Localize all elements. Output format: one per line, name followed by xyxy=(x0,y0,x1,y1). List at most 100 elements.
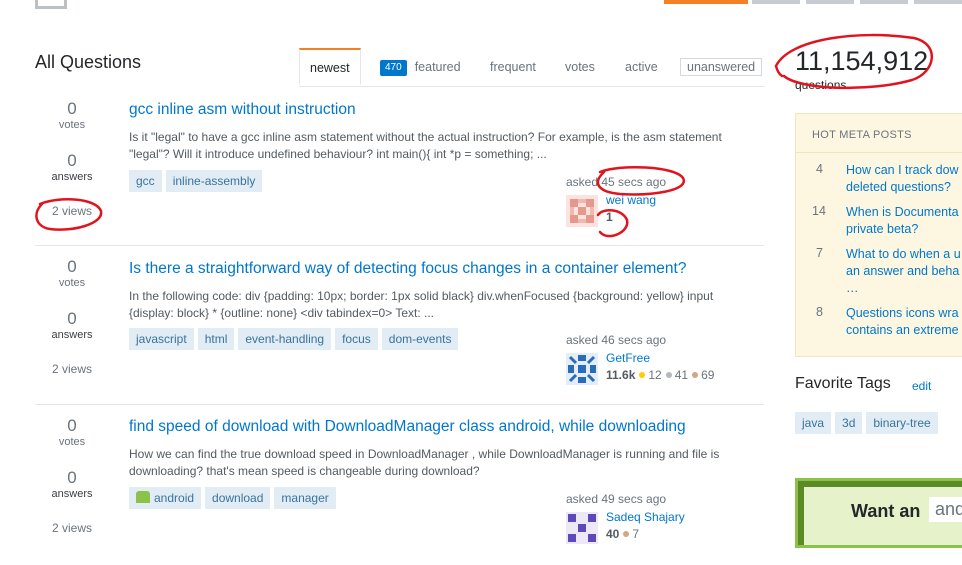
gold-badge-count: 12 xyxy=(648,368,662,382)
tab-active[interactable]: active xyxy=(625,48,658,86)
answer-count-value: 0 xyxy=(67,309,77,328)
tab-votes[interactable]: votes xyxy=(565,48,595,86)
topbar-tab[interactable] xyxy=(860,0,908,4)
tab-featured[interactable]: 470 featured xyxy=(380,48,461,86)
asked-time: asked 45 secs ago xyxy=(566,175,667,189)
question-title-link[interactable]: find speed of download with DownloadMana… xyxy=(129,418,686,436)
user-name-link[interactable]: wei wang xyxy=(606,193,656,207)
tag-download[interactable]: download xyxy=(205,487,271,509)
vote-count-value: 0 xyxy=(67,257,77,276)
tag-gcc[interactable]: gcc xyxy=(129,170,162,192)
vote-count-label: votes xyxy=(58,436,86,448)
meta-post-link[interactable]: What to do when a u an answer and beha … xyxy=(846,246,962,297)
total-question-count: 11,154,912 xyxy=(795,46,929,76)
reputation-score: 1 xyxy=(606,210,613,224)
total-question-label: questions xyxy=(795,78,847,92)
question-excerpt: How we can find the true download speed … xyxy=(129,447,720,478)
answer-count: 0 answers xyxy=(35,309,109,341)
vote-count: 0 votes xyxy=(35,99,109,131)
asked-time: asked 49 secs ago xyxy=(566,492,667,506)
tag-3d[interactable]: 3d xyxy=(835,412,863,434)
answer-count: 0 answers xyxy=(35,151,109,183)
question-owner: asked 45 secs ago wei wang 1 xyxy=(566,175,726,227)
answer-count: 0 answers xyxy=(35,468,109,500)
question-excerpt: In the following code: div {padding: 10p… xyxy=(129,289,714,320)
meta-post-link[interactable]: Questions icons wra contains an extreme xyxy=(846,305,962,339)
topbar-tab[interactable] xyxy=(806,0,854,4)
user-name-link[interactable]: Sadeq Shajary xyxy=(606,510,685,524)
meta-post-score: 14 xyxy=(812,204,826,218)
user-avatar[interactable] xyxy=(566,512,598,544)
featured-count-badge: 470 xyxy=(380,59,407,76)
meta-post-score: 7 xyxy=(816,246,823,260)
favorite-tags-edit-link[interactable]: edit xyxy=(912,379,931,393)
ad-headline: Want an xyxy=(851,501,921,521)
favorite-tags-title: Favorite Tags xyxy=(795,375,891,392)
silver-badge-icon xyxy=(665,372,672,379)
vote-count-label: votes xyxy=(58,277,86,289)
meta-post-score: 4 xyxy=(816,162,823,176)
vote-count-value: 0 xyxy=(67,416,77,435)
user-avatar[interactable] xyxy=(566,353,598,385)
question-title-link[interactable]: Is there a straightforward way of detect… xyxy=(129,260,686,278)
tab-newest[interactable]: newest xyxy=(299,48,361,85)
vote-count: 0 votes xyxy=(35,257,109,289)
sidebar-ad[interactable]: Want an andr xyxy=(795,478,962,548)
topbar-tab[interactable] xyxy=(914,0,962,4)
view-count: 2 views xyxy=(51,521,92,535)
vote-count-label: votes xyxy=(58,119,86,131)
question-tags: javascript html event-handling focus dom-eve… xyxy=(129,328,462,350)
silver-badge-count: 41 xyxy=(674,368,689,382)
answer-count-value: 0 xyxy=(67,151,77,170)
tag-java[interactable]: java xyxy=(795,412,832,434)
hot-meta-posts: HOT META POSTS 4 How can I track dow del… xyxy=(795,113,962,357)
question-summary: 0 votes 0 answers 2 views find speed of … xyxy=(35,405,764,565)
tag-html[interactable]: html xyxy=(197,328,235,350)
user-name-link[interactable]: GetFree xyxy=(606,351,650,365)
tag-dom-events[interactable]: dom-events xyxy=(381,328,459,350)
site-logo[interactable] xyxy=(35,0,67,9)
meta-post-link[interactable]: When is Documenta private beta? xyxy=(846,204,962,238)
tag-javascript[interactable]: javascript xyxy=(129,328,194,350)
answer-count-label: answers xyxy=(51,171,93,183)
gold-badge-icon xyxy=(639,372,646,379)
topbar-tab[interactable] xyxy=(752,0,800,4)
user-avatar[interactable] xyxy=(566,195,598,227)
tag-binary-tree[interactable]: binary-tree xyxy=(866,412,938,434)
view-count: 2 views xyxy=(51,204,92,218)
answer-count-value: 0 xyxy=(67,468,77,487)
tab-unanswered-label: unanswered xyxy=(680,58,763,76)
tag-event-handling[interactable]: event-handling xyxy=(238,328,332,350)
tag-inline-assembly[interactable]: inline-assembly xyxy=(165,170,263,192)
tab-unanswered[interactable]: unanswered xyxy=(680,48,763,86)
question-tags: android download manager xyxy=(129,487,340,509)
view-count: 2 views xyxy=(51,362,92,376)
tag-android[interactable]: android xyxy=(129,487,202,509)
user-reputation: 1 xyxy=(606,210,613,224)
sort-tabs: newest 470 featured frequent votes active… xyxy=(299,48,765,87)
tag-manager[interactable]: manager xyxy=(274,487,336,509)
question-excerpt: Is it "legal" to have a gcc inline asm s… xyxy=(129,130,722,161)
question-summary: 0 votes 0 answers 2 views Is there a str… xyxy=(35,246,764,405)
ad-keyword: andr xyxy=(929,497,962,522)
bronze-badge-icon xyxy=(623,531,630,538)
tag-focus[interactable]: focus xyxy=(335,328,378,350)
question-owner: asked 49 secs ago Sadeq Shajary 40 7 xyxy=(566,492,726,544)
reputation-score: 11.6k xyxy=(606,368,636,382)
tab-frequent[interactable]: frequent xyxy=(490,48,536,86)
answer-count-label: answers xyxy=(51,329,93,341)
user-reputation: 11.6k 12 41 69 xyxy=(606,368,714,382)
vote-count-value: 0 xyxy=(67,99,77,118)
hot-meta-heading: HOT META POSTS xyxy=(812,129,912,141)
page-title: All Questions xyxy=(35,52,142,72)
meta-post-link[interactable]: How can I track dow deleted questions? xyxy=(846,162,962,196)
divider xyxy=(796,152,962,153)
question-title-link[interactable]: gcc inline asm without instruction xyxy=(129,101,356,119)
android-icon xyxy=(136,491,150,503)
topbar-accent-tab[interactable] xyxy=(664,0,748,4)
question-summary: 0 votes 0 answers 2 views gcc inline asm… xyxy=(35,88,764,246)
question-tags: gcc inline-assembly xyxy=(129,170,266,192)
bronze-badge-count: 69 xyxy=(701,368,715,382)
tag-android-label: android xyxy=(154,491,195,505)
question-owner: asked 46 secs ago GetFree 11.6k 12 41 69 xyxy=(566,333,726,385)
